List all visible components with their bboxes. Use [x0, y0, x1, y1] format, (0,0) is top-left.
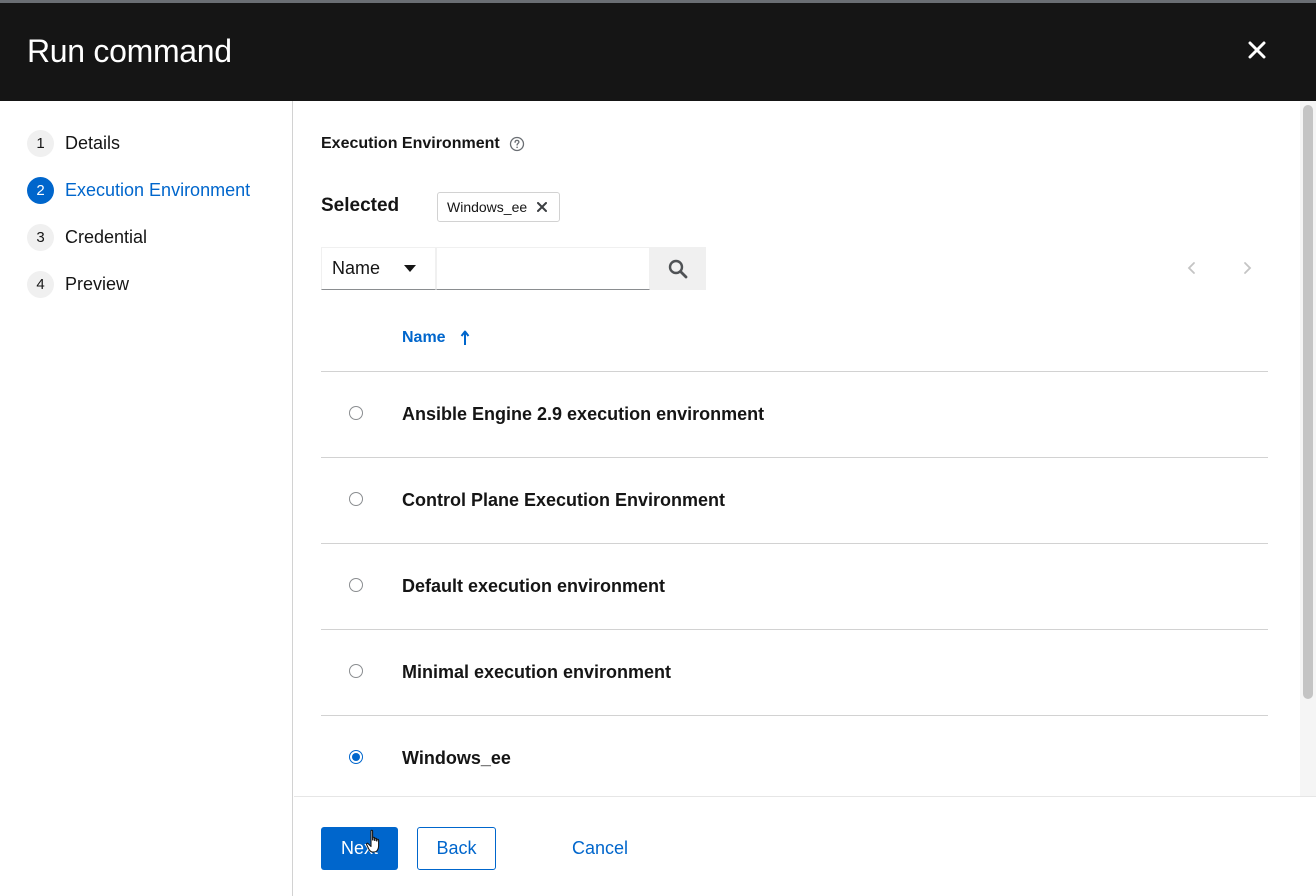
close-icon	[537, 201, 548, 212]
step-label: Execution Environment	[65, 179, 251, 200]
row-radio[interactable]	[349, 578, 363, 592]
step-label: Details	[65, 132, 121, 153]
pagination-next-button[interactable]	[1237, 258, 1257, 278]
step-label: Preview	[65, 273, 130, 294]
close-icon	[1248, 41, 1266, 59]
table-row[interactable]: Minimal execution environment	[321, 630, 1268, 716]
field-label-text: Execution Environment	[321, 135, 500, 152]
step-number: 2	[27, 176, 54, 204]
caret-down-icon	[404, 265, 416, 272]
row-name: Control Plane Execution Environment	[402, 490, 726, 510]
modal-title: Run command	[27, 33, 232, 69]
row-name: Windows_ee	[402, 748, 511, 768]
close-button[interactable]	[1243, 36, 1271, 64]
chevron-right-icon	[1244, 262, 1252, 274]
table-row[interactable]: Ansible Engine 2.9 execution environment	[321, 372, 1268, 458]
pagination-prev-button[interactable]	[1182, 258, 1202, 278]
table-row[interactable]: Windows_ee	[321, 716, 1268, 796]
search-button[interactable]	[650, 247, 706, 290]
selected-chip: Windows_ee	[437, 192, 561, 222]
scrollbar-thumb[interactable]	[1303, 105, 1313, 699]
back-button[interactable]: Back	[417, 827, 496, 870]
wizard-nav: 1 Details 2 Execution Environment 3 Cred…	[0, 101, 293, 896]
column-header-label: Name	[402, 329, 446, 346]
column-header-name[interactable]: Name	[402, 329, 470, 347]
selected-label: Selected	[321, 195, 400, 216]
row-radio[interactable]	[349, 750, 363, 764]
chip-remove-button[interactable]	[537, 199, 548, 216]
step-number: 1	[27, 129, 54, 157]
next-button[interactable]: Next	[321, 827, 398, 870]
row-name: Minimal execution environment	[402, 662, 672, 682]
table-row[interactable]: Control Plane Execution Environment	[321, 458, 1268, 544]
field-label: Execution Environment	[321, 135, 525, 153]
cancel-button[interactable]: Cancel	[556, 827, 644, 870]
filter-field-value: Name	[332, 258, 381, 278]
chip-text: Windows_ee	[447, 199, 528, 215]
row-radio[interactable]	[349, 664, 363, 678]
table-row[interactable]: Default execution environment	[321, 544, 1268, 630]
wizard-body: Execution Environment Selected Windows_e…	[294, 101, 1300, 796]
step-label: Credential	[65, 226, 148, 247]
row-radio[interactable]	[349, 492, 363, 506]
step-number: 4	[27, 270, 54, 298]
wizard-step-execution-environment[interactable]: 2 Execution Environment	[27, 176, 250, 204]
search-input[interactable]	[436, 247, 650, 290]
step-number: 3	[27, 223, 54, 251]
row-name: Ansible Engine 2.9 execution environment	[402, 404, 765, 424]
search-icon	[668, 259, 688, 278]
chevron-left-icon	[1187, 262, 1195, 274]
wizard-footer: Next Back Cancel	[294, 796, 1316, 896]
wizard-step-credential[interactable]: 3 Credential	[27, 223, 147, 251]
row-radio[interactable]	[349, 406, 363, 420]
question-circle-icon[interactable]	[509, 136, 525, 152]
modal-header: Run command	[0, 3, 1316, 101]
row-name: Default execution environment	[402, 576, 666, 596]
wizard-step-preview[interactable]: 4 Preview	[27, 270, 129, 298]
filter-field-select[interactable]: Name	[321, 247, 436, 290]
sort-ascending-icon	[460, 330, 470, 346]
wizard-step-details[interactable]: 1 Details	[27, 129, 120, 157]
